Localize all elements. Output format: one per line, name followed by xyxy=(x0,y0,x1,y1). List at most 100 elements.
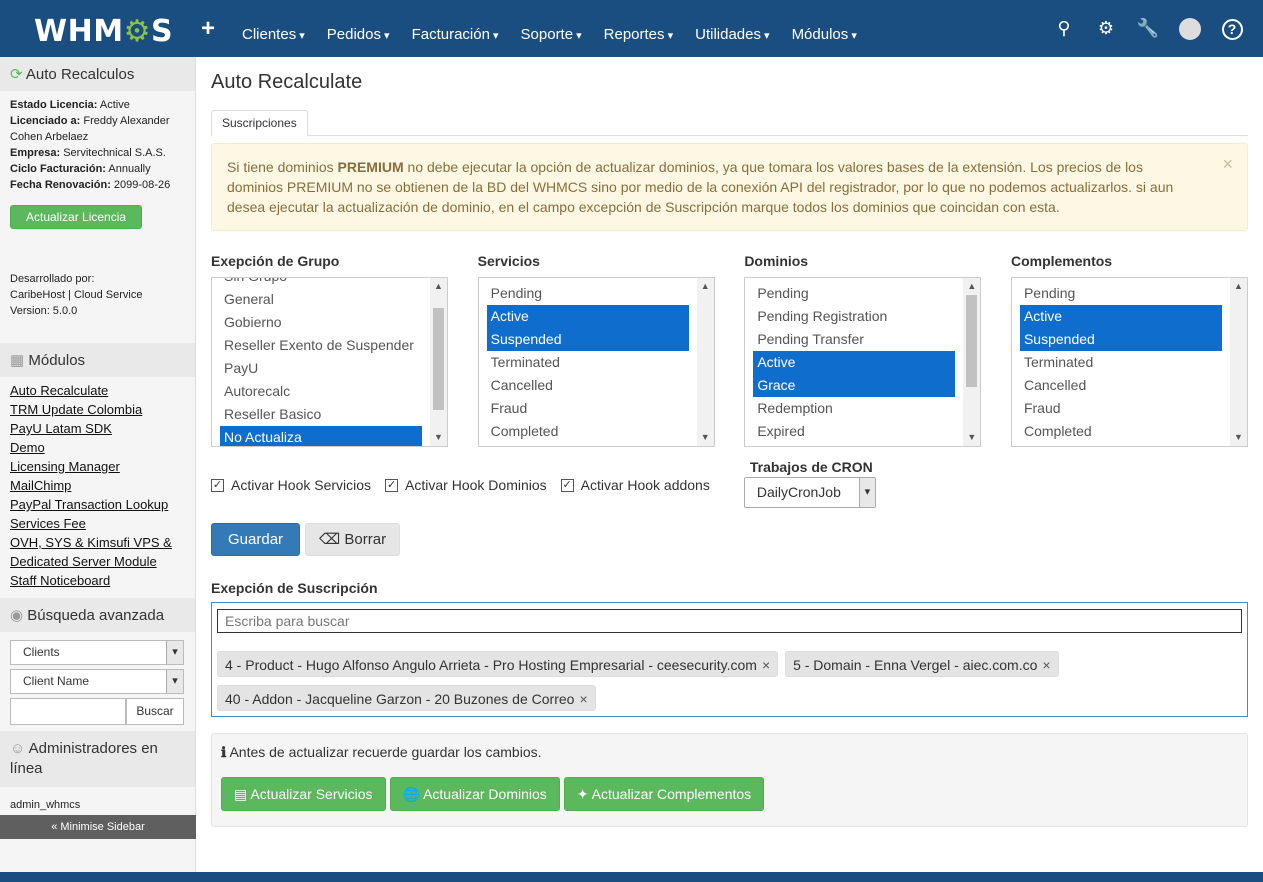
hook-services-checkbox[interactable]: ✓ Activar Hook Servicios xyxy=(211,477,371,493)
list-item[interactable]: Fraud xyxy=(1012,397,1222,420)
save-button[interactable]: Guardar xyxy=(211,523,301,556)
remove-tag-icon[interactable]: × xyxy=(579,691,587,707)
list-item[interactable]: Completed xyxy=(1012,420,1222,443)
list-item-selected[interactable]: Active xyxy=(753,351,956,374)
list-item[interactable]: Reseller Exento de Suspender xyxy=(212,334,422,357)
wrench-icon[interactable]: 🔧 xyxy=(1127,18,1169,39)
list-item-selected[interactable]: No Actualiza xyxy=(220,426,422,446)
scroll-thumb[interactable] xyxy=(433,308,444,410)
nav-utilidades[interactable]: Utilidades xyxy=(684,0,780,57)
search-icon[interactable]: ⚲ xyxy=(1043,18,1085,39)
nav-modulos[interactable]: Módulos xyxy=(781,0,868,57)
dev-link[interactable]: CaribeHost | Cloud Service xyxy=(10,287,185,303)
module-link[interactable]: TRM Update Colombia xyxy=(10,400,185,419)
list-item[interactable]: Fraud xyxy=(479,397,689,420)
domains-list[interactable]: Pending Pending Registration Pending Tra… xyxy=(744,277,982,447)
update-domains-button[interactable]: 🌐 Actualizar Dominios xyxy=(389,777,560,811)
list-scrollbar[interactable]: ▲ ▼ xyxy=(1229,278,1247,446)
list-item[interactable]: Pending Transfer xyxy=(745,328,955,351)
tab-suscripciones[interactable]: Suscripciones xyxy=(211,110,308,137)
sidebar-search-button[interactable]: Buscar xyxy=(126,698,184,725)
nav-pedidos[interactable]: Pedidos xyxy=(316,0,401,57)
list-item[interactable]: Sin Grupo xyxy=(212,278,422,288)
list-item-selected[interactable]: Suspended xyxy=(486,328,689,351)
subscription-exception-box: Escriba para buscar 4 - Product - Hugo A… xyxy=(211,602,1248,717)
update-license-button[interactable]: Actualizar Licencia xyxy=(10,205,143,229)
main-content: Auto Recalculate Suscripciones Si tiene … xyxy=(211,57,1248,827)
update-addons-button[interactable]: ✦ Actualizar Complementos xyxy=(563,777,765,811)
form-buttons: Guardar ⌫ Borrar xyxy=(211,523,1248,556)
user-avatar-icon[interactable] xyxy=(1169,17,1211,40)
group-exception-list[interactable]: Sin Grupo General Gobierno Reseller Exen… xyxy=(211,277,448,447)
list-item[interactable]: Autorecalc xyxy=(212,380,422,403)
scroll-up-icon[interactable]: ▲ xyxy=(430,278,447,295)
remove-tag-icon[interactable]: × xyxy=(762,657,770,673)
nav-soporte[interactable]: Soporte xyxy=(510,0,593,57)
list-item[interactable]: Cancelled xyxy=(1012,374,1222,397)
services-list[interactable]: Pending Active Suspended Terminated Canc… xyxy=(477,277,715,447)
addons-list[interactable]: Pending Active Suspended Terminated Canc… xyxy=(1010,277,1248,447)
list-item[interactable]: Redemption xyxy=(745,397,955,420)
nav-facturacion[interactable]: Facturación xyxy=(401,0,510,57)
module-link[interactable]: PayPal Transaction Lookup xyxy=(10,495,185,514)
list-item[interactable]: Completed xyxy=(479,420,689,443)
help-icon[interactable]: ? xyxy=(1211,18,1253,40)
scroll-up-icon[interactable]: ▲ xyxy=(963,278,980,295)
list-item-selected[interactable]: Active xyxy=(486,305,689,328)
list-item[interactable]: Pending xyxy=(745,282,955,305)
hook-domains-checkbox[interactable]: ✓ Activar Hook Dominios xyxy=(385,477,547,493)
add-new-button[interactable]: + xyxy=(201,15,215,43)
checkbox-checked-icon[interactable]: ✓ xyxy=(560,478,574,492)
list-item[interactable]: Gobierno xyxy=(212,311,422,334)
scroll-down-icon[interactable]: ▼ xyxy=(430,429,447,446)
module-link[interactable]: Staff Noticeboard xyxy=(10,571,185,590)
list-item-selected[interactable]: Active xyxy=(1019,305,1222,328)
clear-button[interactable]: ⌫ Borrar xyxy=(305,523,401,556)
nav-clientes[interactable]: Clientes xyxy=(231,0,316,57)
list-item[interactable]: PayU xyxy=(212,357,422,380)
top-icons: ⚲ ⚙ 🔧 ? xyxy=(1043,0,1253,57)
list-item[interactable]: Cancelled xyxy=(479,374,689,397)
list-scrollbar[interactable]: ▲ ▼ xyxy=(963,278,981,446)
search-field-select[interactable]: Client Name xyxy=(10,669,184,694)
update-services-button[interactable]: ▤ Actualizar Servicios xyxy=(221,777,386,811)
scroll-down-icon[interactable]: ▼ xyxy=(963,429,980,446)
list-item[interactable]: Terminated xyxy=(479,351,689,374)
scroll-thumb[interactable] xyxy=(966,295,978,387)
list-item[interactable]: Terminated xyxy=(1012,351,1222,374)
list-item[interactable]: Pending xyxy=(1012,282,1222,305)
gears-icon[interactable]: ⚙ xyxy=(1085,18,1127,39)
cron-select[interactable]: DailyCronJob xyxy=(743,477,876,508)
checkbox-checked-icon[interactable]: ✓ xyxy=(211,478,224,492)
search-type-select[interactable]: Clients xyxy=(10,640,184,665)
module-link[interactable]: PayU Latam SDK xyxy=(10,419,185,438)
sidebar-search-input[interactable] xyxy=(10,698,126,725)
list-item[interactable]: Expired xyxy=(745,420,955,443)
list-item[interactable]: Pending Registration xyxy=(745,305,955,328)
scroll-down-icon[interactable]: ▼ xyxy=(1230,429,1247,446)
checkbox-checked-icon[interactable]: ✓ xyxy=(385,478,399,492)
list-item[interactable]: Pending xyxy=(479,282,689,305)
list-scrollbar[interactable]: ▲ ▼ xyxy=(696,278,714,446)
list-item[interactable]: Reseller Basico xyxy=(212,403,422,426)
nav-reportes[interactable]: Reportes xyxy=(593,0,684,57)
module-link[interactable]: OVH, SYS & Kimsufi VPS & Dedicated Serve… xyxy=(10,533,185,571)
module-link[interactable]: Licensing Manager xyxy=(10,457,185,476)
list-item-selected[interactable]: Suspended xyxy=(1019,328,1222,351)
list-item-selected[interactable]: Grace xyxy=(753,374,956,397)
minimise-sidebar-button[interactable]: « Minimise Sidebar xyxy=(0,815,196,839)
list-item[interactable]: General xyxy=(212,288,422,311)
list-scrollbar[interactable]: ▲ ▼ xyxy=(430,278,447,446)
hook-addons-checkbox[interactable]: ✓ Activar Hook addons xyxy=(560,477,710,493)
subscription-search-input[interactable]: Escriba para buscar xyxy=(217,609,1242,633)
module-link[interactable]: Demo xyxy=(10,438,185,457)
scroll-down-icon[interactable]: ▼ xyxy=(697,429,714,446)
remove-tag-icon[interactable]: × xyxy=(1042,657,1050,673)
module-link[interactable]: Services Fee xyxy=(10,514,185,533)
module-link[interactable]: MailChimp xyxy=(10,476,185,495)
module-link[interactable]: Auto Recalculate xyxy=(10,381,185,400)
scroll-up-icon[interactable]: ▲ xyxy=(697,278,714,295)
scroll-up-icon[interactable]: ▲ xyxy=(1230,278,1247,295)
alert-close-icon[interactable]: × xyxy=(1222,154,1233,174)
whmcs-logo[interactable]: WHM⚙S xyxy=(34,14,173,49)
